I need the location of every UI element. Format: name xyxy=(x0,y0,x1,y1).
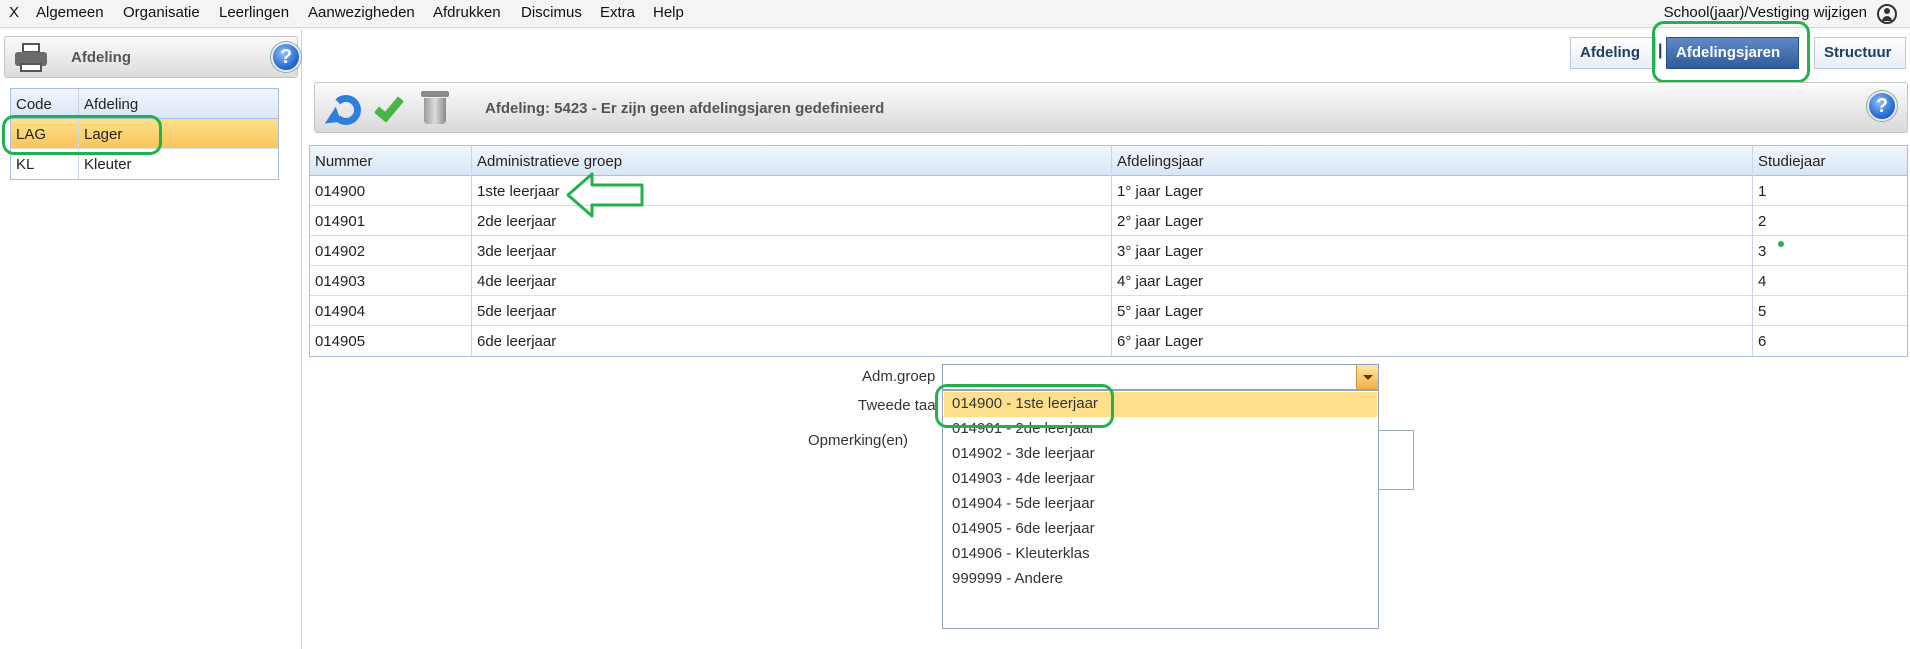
cell-studiejaar: 5 xyxy=(1758,303,1767,320)
menu-discimus[interactable]: Discimus xyxy=(521,4,582,21)
column-header-studiejaar[interactable]: Studiejaar xyxy=(1758,153,1826,170)
tab-structuur[interactable]: Structuur xyxy=(1814,37,1906,69)
cell-afdelingsjaar: 4° jaar Lager xyxy=(1117,273,1204,290)
dropdown-option[interactable]: 014906 - Kleuterklas xyxy=(952,545,1090,562)
adm-groep-label: Adm.groep xyxy=(862,368,936,385)
toolbar-title: Afdeling: 5423 - Er zijn geen afdelingsj… xyxy=(485,100,885,117)
cell-afdelingsjaar: 5° jaar Lager xyxy=(1117,303,1204,320)
cell-studiejaar: 3 xyxy=(1758,243,1767,260)
cell-studiejaar: 2 xyxy=(1758,213,1767,230)
dropdown-option[interactable]: 014903 - 4de leerjaar xyxy=(952,470,1095,487)
cell-code: LAG xyxy=(16,126,47,143)
cell-adm-groep: 6de leerjaar xyxy=(477,333,557,350)
tab-separator: | xyxy=(1658,42,1663,59)
column-header-afdeling[interactable]: Afdeling xyxy=(84,96,138,113)
toolbar: Afdeling: 5423 - Er zijn geen afdelingsj… xyxy=(314,82,1908,133)
table-row[interactable]: 014905 6de leerjaar 6° jaar Lager 6 xyxy=(310,326,1907,356)
save-check-icon[interactable] xyxy=(371,91,411,125)
tab-afdeling[interactable]: Afdeling xyxy=(1570,37,1656,69)
menu-leerlingen[interactable]: Leerlingen xyxy=(219,4,289,21)
help-icon[interactable]: ? xyxy=(1867,91,1897,121)
dropdown-option[interactable]: 014904 - 5de leerjaar xyxy=(952,495,1095,512)
school-switch-link[interactable]: School(jaar)/Vestiging wijzigen xyxy=(1664,4,1867,21)
annotation-arrow-icon xyxy=(566,172,644,218)
help-icon[interactable]: ? xyxy=(271,42,301,72)
menu-algemeen[interactable]: Algemeen xyxy=(36,4,104,21)
dropdown-option[interactable]: 014905 - 6de leerjaar xyxy=(952,520,1095,537)
menu-extra[interactable]: Extra xyxy=(600,4,635,21)
cell-nummer: 014905 xyxy=(315,333,366,350)
table-row[interactable]: 014900 1ste leerjaar 1° jaar Lager 1 xyxy=(310,176,1907,206)
dropdown-option[interactable]: 014902 - 3de leerjaar xyxy=(952,445,1095,462)
menu-aanwezigheden[interactable]: Aanwezigheden xyxy=(308,4,415,21)
cell-nummer: 014903 xyxy=(315,273,366,290)
undo-icon[interactable] xyxy=(320,91,363,128)
menu-organisatie[interactable]: Organisatie xyxy=(123,4,200,21)
cell-adm-groep: 1ste leerjaar xyxy=(477,183,560,200)
column-header-code[interactable]: Code xyxy=(16,96,52,113)
cell-afdelingsjaar: 2° jaar Lager xyxy=(1117,213,1204,230)
cell-nummer: 014902 xyxy=(315,243,366,260)
opmerkingen-label: Opmerking(en) xyxy=(808,432,909,449)
column-header-nummer[interactable]: Nummer xyxy=(315,153,373,170)
afdelingsjaren-table: Nummer Administratieve groep Afdelingsja… xyxy=(309,145,1908,357)
table-row[interactable]: 014902 3de leerjaar 3° jaar Lager 3 xyxy=(310,236,1907,266)
cell-afdeling: Kleuter xyxy=(84,156,132,173)
cell-studiejaar: 4 xyxy=(1758,273,1767,290)
tweede-taal-label: Tweede taa xyxy=(858,397,936,414)
tab-afdelingsjaren[interactable]: Afdelingsjaren xyxy=(1666,37,1799,69)
cell-adm-groep: 2de leerjaar xyxy=(477,213,557,230)
menu-close[interactable]: X xyxy=(9,4,19,21)
annotation-dot xyxy=(1778,241,1784,247)
cell-nummer: 014904 xyxy=(315,303,366,320)
left-panel-title: Afdeling xyxy=(71,49,131,66)
left-panel: Afdeling ? Code Afdeling LAG Lager KL Kl… xyxy=(0,30,302,649)
table-header-row: Nummer Administratieve groep Afdelingsja… xyxy=(310,146,1907,176)
adm-groep-dropdown: 014900 - 1ste leerjaar 014901 - 2de leer… xyxy=(942,390,1379,629)
cell-nummer: 014901 xyxy=(315,213,366,230)
cell-afdelingsjaar: 1° jaar Lager xyxy=(1117,183,1204,200)
cell-code: KL xyxy=(16,156,35,173)
cell-adm-groep: 4de leerjaar xyxy=(477,273,557,290)
dropdown-option[interactable]: 999999 - Andere xyxy=(952,570,1063,587)
cell-afdelingsjaar: 6° jaar Lager xyxy=(1117,333,1204,350)
column-header-afdelingsjaar[interactable]: Afdelingsjaar xyxy=(1117,153,1204,170)
cell-adm-groep: 3de leerjaar xyxy=(477,243,557,260)
adm-groep-combobox[interactable] xyxy=(942,364,1379,390)
chevron-down-icon[interactable] xyxy=(1356,365,1378,389)
dropdown-option[interactable]: 014901 - 2de leerjaar xyxy=(952,420,1095,437)
menu-afdrukken[interactable]: Afdrukken xyxy=(433,4,501,21)
adm-groep-input[interactable] xyxy=(947,368,1347,386)
table-row[interactable]: 014904 5de leerjaar 5° jaar Lager 5 xyxy=(310,296,1907,326)
cell-afdelingsjaar: 3° jaar Lager xyxy=(1117,243,1204,260)
table-row[interactable]: 014901 2de leerjaar 2° jaar Lager 2 xyxy=(310,206,1907,236)
table-header-row: Code Afdeling xyxy=(11,89,278,119)
cell-studiejaar: 1 xyxy=(1758,183,1767,200)
afdeling-table: Code Afdeling LAG Lager KL Kleuter xyxy=(10,88,279,180)
cell-adm-groep: 5de leerjaar xyxy=(477,303,557,320)
delete-icon[interactable] xyxy=(419,91,451,125)
table-row[interactable]: LAG Lager xyxy=(11,119,278,149)
printer-icon xyxy=(13,43,49,73)
table-row[interactable]: KL Kleuter xyxy=(11,149,278,179)
left-panel-header: Afdeling ? xyxy=(4,36,301,78)
column-header-adm-groep[interactable]: Administratieve groep xyxy=(477,153,622,170)
cell-studiejaar: 6 xyxy=(1758,333,1767,350)
user-icon[interactable] xyxy=(1877,4,1897,24)
table-row[interactable]: 014903 4de leerjaar 4° jaar Lager 4 xyxy=(310,266,1907,296)
menu-bar: X Algemeen Organisatie Leerlingen Aanwez… xyxy=(0,0,1910,28)
menu-help[interactable]: Help xyxy=(653,4,684,21)
cell-afdeling: Lager xyxy=(84,126,123,143)
dropdown-option[interactable]: 014900 - 1ste leerjaar xyxy=(952,395,1098,412)
cell-nummer: 014900 xyxy=(315,183,366,200)
